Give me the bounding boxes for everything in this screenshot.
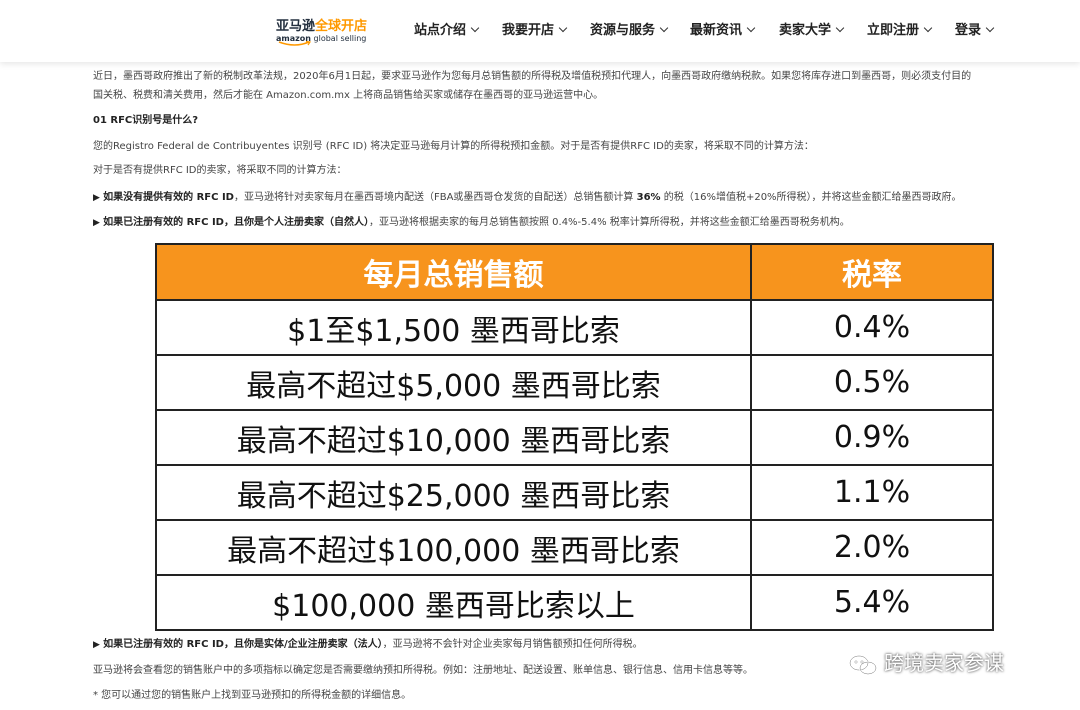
chevron-down-icon bbox=[470, 23, 480, 33]
nav-news[interactable]: 最新资讯 bbox=[690, 21, 756, 41]
rfc-description: 您的Registro Federal de Contribuyentes 识别号… bbox=[93, 141, 814, 152]
bullet-no-rfc: ▶ 如果没有提供有效的 RFC ID，亚马逊将针对卖家每月在墨西哥境内配送（FB… bbox=[93, 192, 962, 203]
bullet-individual-rfc: ▶ 如果已注册有效的 RFC ID，且你是个人注册卖家（自然人），亚马逊将根据卖… bbox=[93, 217, 850, 228]
amazon-smile-icon bbox=[278, 41, 312, 46]
table-row: 最高不超过$10,000 墨西哥比索 0.9% bbox=[155, 409, 994, 466]
nav-seller-university[interactable]: 卖家大学 bbox=[779, 21, 845, 41]
table-row: 最高不超过$5,000 墨西哥比索 0.5% bbox=[155, 354, 994, 411]
site-header: 亚马逊全球开店 amazon global selling 站点介绍 我要开店 … bbox=[0, 0, 1080, 62]
chevron-down-icon bbox=[558, 23, 568, 33]
tax-rate-table: 每月总销售额 税率 $1至$1,500 墨西哥比索 0.4% 最高不超过$5,0… bbox=[155, 243, 994, 631]
tax-rate-cell: 0.4% bbox=[750, 299, 994, 356]
nav-resources[interactable]: 资源与服务 bbox=[590, 21, 669, 41]
header-tax-rate: 税率 bbox=[750, 243, 994, 301]
table-row: $1至$1,500 墨西哥比索 0.4% bbox=[155, 299, 994, 356]
intro-paragraph-line2: 国关税、税费和清关费用，然后才能在 Amazon.com.mx 上将商品销售给买… bbox=[93, 90, 604, 101]
chevron-down-icon bbox=[923, 23, 933, 33]
footnote: * 您可以通过您的销售账户上找到亚马逊预扣的所得税金额的详细信息。 bbox=[93, 690, 412, 701]
table-row: 最高不超过$100,000 墨西哥比索 2.0% bbox=[155, 519, 994, 576]
bullet-arrow-icon: ▶ bbox=[93, 218, 100, 228]
bullet-arrow-icon: ▶ bbox=[93, 193, 100, 203]
tax-rate-cell: 1.1% bbox=[750, 464, 994, 521]
amazon-global-selling-logo[interactable]: 亚马逊全球开店 amazon global selling bbox=[276, 20, 367, 46]
tax-rate-cell: 2.0% bbox=[750, 519, 994, 576]
logo-cn-text: 亚马逊全球开店 bbox=[276, 19, 368, 34]
tax-rate-cell: 0.5% bbox=[750, 354, 994, 411]
nav-login[interactable]: 登录 bbox=[955, 21, 995, 41]
sales-range-cell: 最高不超过$5,000 墨西哥比索 bbox=[155, 354, 752, 411]
tax-rate-cell: 0.9% bbox=[750, 409, 994, 466]
chevron-down-icon bbox=[746, 23, 756, 33]
wechat-watermark: 跨境卖家参谋 bbox=[848, 647, 1004, 675]
wechat-icon bbox=[849, 654, 877, 675]
section-heading: 01 RFC识别号是什么? bbox=[93, 115, 199, 126]
tax-rate-cell: 5.4% bbox=[750, 574, 994, 631]
chevron-down-icon bbox=[835, 23, 845, 33]
chevron-down-icon bbox=[659, 23, 669, 33]
sales-range-cell: 最高不超过$100,000 墨西哥比索 bbox=[155, 519, 752, 576]
nav-site-intro[interactable]: 站点介绍 bbox=[414, 21, 480, 41]
rfc-description-2: 对于是否有提供RFC ID的卖家，将采取不同的计算方法： bbox=[93, 165, 347, 176]
sales-range-cell: $1至$1,500 墨西哥比索 bbox=[155, 299, 752, 356]
chevron-down-icon bbox=[985, 23, 995, 33]
bullet-arrow-icon: ▶ bbox=[93, 640, 100, 650]
table-header-row: 每月总销售额 税率 bbox=[155, 243, 994, 301]
sales-range-cell: 最高不超过$10,000 墨西哥比索 bbox=[155, 409, 752, 466]
sales-range-cell: 最高不超过$25,000 墨西哥比索 bbox=[155, 464, 752, 521]
sales-range-cell: $100,000 墨西哥比索以上 bbox=[155, 574, 752, 631]
table-row: $100,000 墨西哥比索以上 5.4% bbox=[155, 574, 994, 631]
article-content: 近日，墨西哥政府推出了新的税制改革法规，2020年6月1日起，要求亚马逊作为您每… bbox=[0, 62, 1080, 710]
intro-paragraph-line1: 近日，墨西哥政府推出了新的税制改革法规，2020年6月1日起，要求亚马逊作为您每… bbox=[93, 71, 972, 82]
table-row: 最高不超过$25,000 墨西哥比索 1.1% bbox=[155, 464, 994, 521]
nav-open-store[interactable]: 我要开店 bbox=[502, 21, 568, 41]
nav-register[interactable]: 立即注册 bbox=[867, 21, 933, 41]
header-monthly-sales: 每月总销售额 bbox=[155, 243, 752, 301]
